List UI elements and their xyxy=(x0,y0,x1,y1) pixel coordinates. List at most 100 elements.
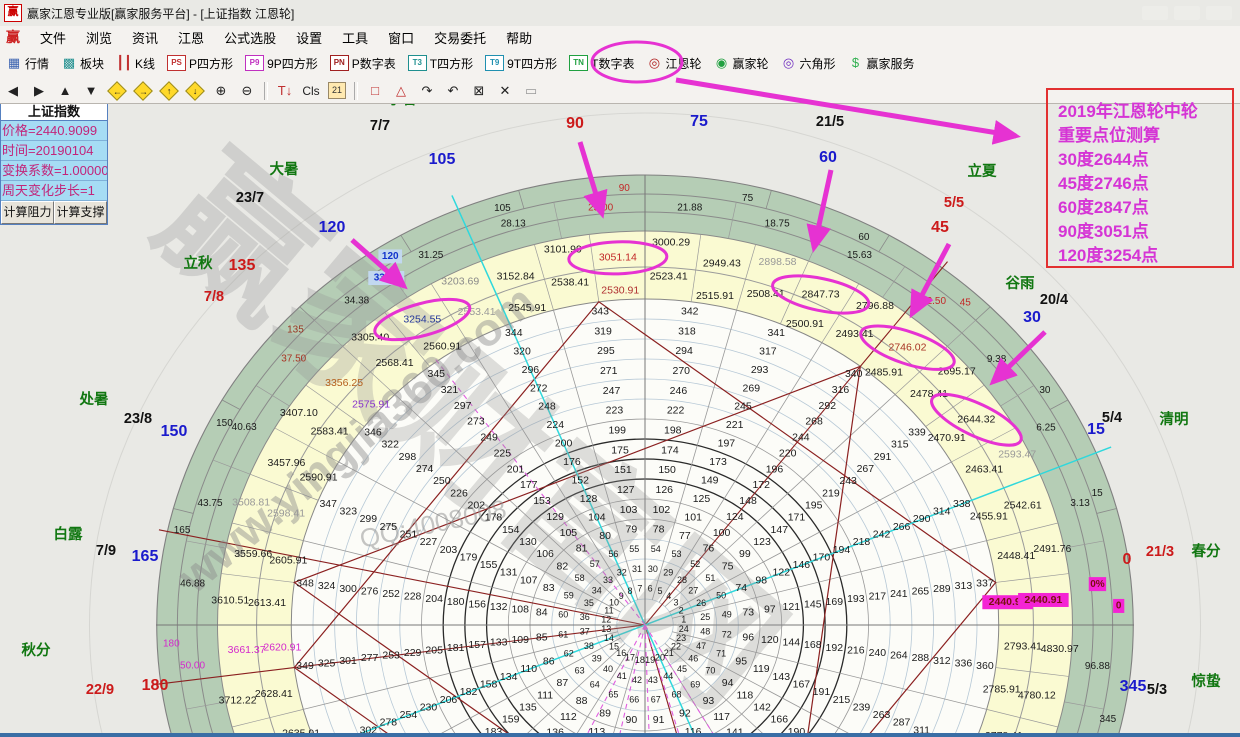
wheel-label: 47 xyxy=(696,641,706,651)
wheel-label: 2644.32 xyxy=(957,414,995,426)
wheel-label: 215 xyxy=(833,694,851,706)
wheel-label: 4830.97 xyxy=(1041,643,1079,655)
calc-button-0[interactable]: 计算阻力 xyxy=(1,201,54,224)
toolbar-item-9T四方形[interactable]: T99T四方形 xyxy=(479,51,563,75)
close-button[interactable] xyxy=(1206,6,1232,20)
wheel-label: 158 xyxy=(480,678,498,690)
wheel-label: 2538.41 xyxy=(551,277,589,289)
center-x-icon[interactable]: ✕ xyxy=(493,81,517,101)
wheel-label: 2590.91 xyxy=(300,471,338,483)
wheel-label: 301 xyxy=(339,655,357,667)
toolbar-item-9P四方形[interactable]: P99P四方形 xyxy=(239,51,324,75)
wheel-label: 104 xyxy=(588,512,606,524)
box-x-icon[interactable]: ⊠ xyxy=(467,81,491,101)
toolbar-item-label: 行情 xyxy=(25,55,49,72)
wheel-label: 142 xyxy=(753,702,771,714)
wheel-label: 345 xyxy=(428,368,446,380)
toolbar-item-六角形[interactable]: ◎六角形 xyxy=(775,51,842,75)
pn-icon: PN xyxy=(330,55,349,71)
menu-item-2[interactable]: 资讯 xyxy=(122,28,168,47)
toolbar-item-板块[interactable]: ▩板块 xyxy=(55,51,110,75)
wheel-label: 178 xyxy=(485,512,503,524)
toolbar-item-K线[interactable]: ┃┃K线 xyxy=(110,51,161,75)
forward-icon[interactable]: ▶ xyxy=(27,81,51,101)
next-page-icon[interactable]: ▼ xyxy=(79,81,103,101)
prev-page-icon[interactable]: ▲ xyxy=(53,81,77,101)
wheel-label: 88 xyxy=(576,695,588,707)
sort-icon[interactable]: T↓ xyxy=(273,81,297,101)
cls-button[interactable]: Cls xyxy=(299,81,323,101)
wheel-label: 21.88 xyxy=(677,203,702,214)
toolbar-item-赢家服务[interactable]: $赢家服务 xyxy=(842,51,921,75)
back-icon[interactable]: ◀ xyxy=(1,81,25,101)
wheel-label: 2785.91 xyxy=(983,683,1021,695)
wheel-label: 248 xyxy=(538,401,556,413)
wheel-label: 222 xyxy=(667,405,685,417)
screen-icon[interactable]: ▭ xyxy=(519,81,543,101)
annotation-line-6: 120度3254点 xyxy=(1058,244,1232,268)
pan-up-icon[interactable]: ↑ xyxy=(157,81,181,101)
triangle-tool-icon[interactable]: △ xyxy=(389,81,413,101)
wheel-label: 62 xyxy=(564,648,574,658)
wheel-label: 71 xyxy=(716,648,726,658)
wheel-label: 3051.14 xyxy=(599,252,637,264)
wheel-label: 34.38 xyxy=(344,296,369,307)
wheel-label: 89 xyxy=(599,707,611,719)
pan-down-icon[interactable]: ↓ xyxy=(183,81,207,101)
maximize-button[interactable] xyxy=(1174,6,1200,20)
wheel-label: 3000.29 xyxy=(652,237,690,249)
wheel-label: 52 xyxy=(690,559,700,569)
square-tool-icon[interactable]: □ xyxy=(363,81,387,101)
wheel-label: 133 xyxy=(490,637,508,649)
wheel-label: 315 xyxy=(891,439,909,451)
wheel-label: 49 xyxy=(722,609,732,619)
calendar-icon[interactable]: 21 xyxy=(325,81,349,101)
wheel-label: 50 xyxy=(716,590,726,600)
gann-wheel-icon: ◎ xyxy=(646,55,662,71)
annotation-line-5: 90度3051点 xyxy=(1058,220,1232,244)
menu-item-9[interactable]: 帮助 xyxy=(496,28,542,47)
wheel-label: 25 xyxy=(700,612,710,622)
toolbar-item-P四方形[interactable]: PSP四方形 xyxy=(161,51,239,75)
wheel-label: 98 xyxy=(755,574,767,586)
minimize-button[interactable] xyxy=(1142,6,1168,20)
menu-item-5[interactable]: 设置 xyxy=(286,28,332,47)
solar-term-label: 春分 xyxy=(1192,542,1221,560)
wheel-label: 91 xyxy=(653,714,665,726)
toolbar-item-P数字表[interactable]: PNP数字表 xyxy=(324,51,402,75)
rotate-cw-icon[interactable]: ↷ xyxy=(415,81,439,101)
pan-left-icon[interactable]: ← xyxy=(105,81,129,101)
wheel-label: 218 xyxy=(853,536,871,548)
zoom-out-icon[interactable]: ⊖ xyxy=(235,81,259,101)
menu-item-3[interactable]: 江恩 xyxy=(168,28,214,47)
menu-item-4[interactable]: 公式选股 xyxy=(214,28,286,47)
wheel-label: 29 xyxy=(663,568,673,578)
toolbar-item-label: 江恩轮 xyxy=(665,55,701,72)
wheel-label: 3559.66 xyxy=(234,548,272,560)
wheel-label: 277 xyxy=(361,652,379,664)
menu-item-1[interactable]: 浏览 xyxy=(76,28,122,47)
menu-item-0[interactable]: 文件 xyxy=(30,28,76,47)
toolbar-item-行情[interactable]: ▦行情 xyxy=(0,51,55,75)
wheel-label: 242 xyxy=(873,528,891,540)
menu-item-6[interactable]: 工具 xyxy=(332,28,378,47)
toolbar-item-赢家轮[interactable]: ◉赢家轮 xyxy=(707,51,774,75)
wheel-label: 64 xyxy=(590,680,600,690)
wheel-label: 103 xyxy=(620,504,638,516)
toolbar-item-label: T数字表 xyxy=(591,55,634,72)
menu-item-7[interactable]: 窗口 xyxy=(378,28,424,47)
zoom-in-icon[interactable]: ⊕ xyxy=(209,81,233,101)
menu-item-8[interactable]: 交易委托 xyxy=(424,28,496,47)
wheel-label: 110 xyxy=(520,663,537,675)
toolbar-item-江恩轮[interactable]: ◎江恩轮 xyxy=(640,51,707,75)
wheel-label: 2793.41 xyxy=(1004,641,1042,653)
wheel-label: 146 xyxy=(793,559,811,571)
wheel-label: 320 xyxy=(513,345,531,357)
toolbar-item-T四方形[interactable]: T3T四方形 xyxy=(402,51,479,75)
pan-right-icon[interactable]: → xyxy=(131,81,155,101)
calc-button-1[interactable]: 计算支撑 xyxy=(54,201,107,224)
toolbar-item-T数字表[interactable]: TNT数字表 xyxy=(563,51,640,75)
rotate-ccw-icon[interactable]: ↶ xyxy=(441,81,465,101)
wheel-label: 93 xyxy=(703,695,715,707)
wheel-label: 254 xyxy=(400,709,418,721)
